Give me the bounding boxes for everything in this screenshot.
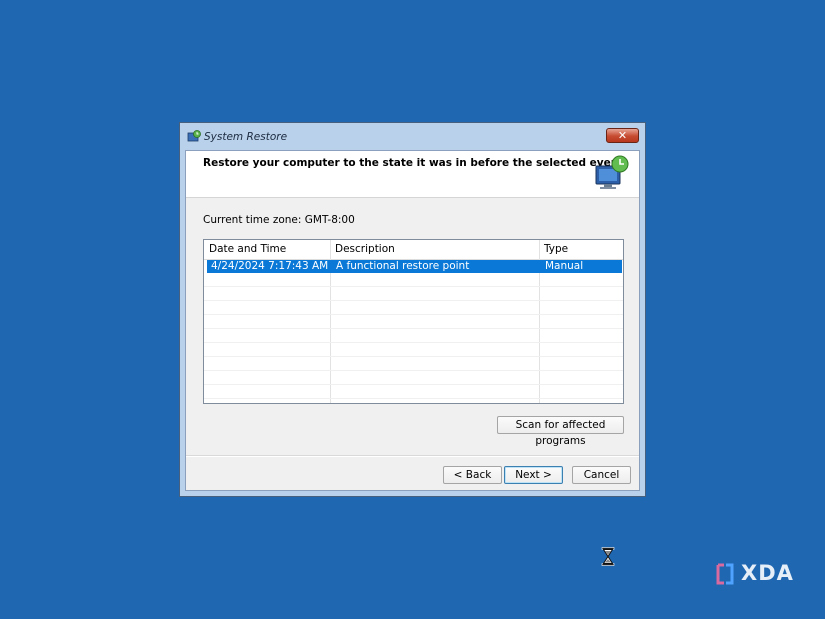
hourglass-cursor-icon <box>601 547 615 566</box>
column-header-description[interactable]: Description <box>330 240 539 259</box>
table-row[interactable]: 4/24/2024 7:17:43 AM A functional restor… <box>207 260 622 273</box>
row-divider <box>204 384 623 385</box>
header-band: Restore your computer to the state it wa… <box>186 151 639 198</box>
dialog-content: Restore your computer to the state it wa… <box>185 150 640 491</box>
column-header-date-label: Date and Time <box>209 243 287 255</box>
cell-type: Manual <box>545 260 584 272</box>
title-bar[interactable]: System Restore ✕ <box>180 123 645 150</box>
row-divider <box>204 356 623 357</box>
timezone-label: Current time zone: GMT-8:00 <box>203 214 355 226</box>
row-divider <box>204 328 623 329</box>
xda-watermark-logo: XDA <box>715 561 797 587</box>
row-divider <box>204 342 623 343</box>
column-header-type[interactable]: Type <box>539 240 623 259</box>
cell-date: 4/24/2024 7:17:43 AM <box>211 260 329 272</box>
back-button[interactable]: < Back <box>443 466 502 484</box>
table-header: Date and Time ⌄ Description Type <box>204 240 623 260</box>
next-button[interactable]: Next > <box>504 466 563 484</box>
scan-affected-programs-button[interactable]: Scan for affected programs <box>497 416 624 447</box>
system-restore-window: System Restore ✕ Restore your computer t… <box>179 122 646 497</box>
separator <box>186 455 639 457</box>
row-divider <box>204 398 623 399</box>
system-restore-icon <box>187 130 201 142</box>
cell-description: A functional restore point <box>336 260 470 272</box>
xda-logo-text: XDA <box>741 561 794 585</box>
sort-chevron-icon: ⌄ <box>264 241 271 250</box>
row-divider <box>204 300 623 301</box>
restore-points-table[interactable]: Date and Time ⌄ Description Type 4/24/20… <box>203 239 624 404</box>
cancel-button[interactable]: Cancel <box>572 466 631 484</box>
restore-computer-icon <box>595 155 629 189</box>
window-title: System Restore <box>204 131 288 143</box>
page-title: Restore your computer to the state it wa… <box>203 157 624 169</box>
close-button[interactable]: ✕ <box>606 128 639 143</box>
row-divider <box>204 370 623 371</box>
xda-logo-mark-icon <box>716 563 734 585</box>
row-divider <box>204 314 623 315</box>
column-header-date[interactable]: Date and Time ⌄ <box>204 240 330 259</box>
row-divider <box>204 286 623 287</box>
